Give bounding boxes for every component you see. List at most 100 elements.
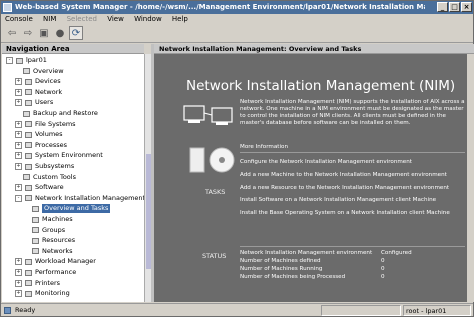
menu-selected[interactable]: Selected	[63, 14, 101, 24]
tree-item[interactable]: Overview and Tasks	[24, 204, 111, 214]
close-button[interactable]: ×	[461, 2, 472, 12]
menu-console[interactable]: Console	[1, 14, 37, 24]
app-icon	[3, 3, 12, 12]
tree-item[interactable]: + Users	[15, 98, 53, 107]
expand-icon[interactable]: +	[15, 131, 22, 139]
tree-item[interactable]: + Volumes	[15, 130, 63, 139]
tree-item[interactable]: Groups	[24, 226, 65, 235]
tree-item[interactable]: Networks	[24, 247, 73, 256]
status-row-value: 0	[381, 274, 385, 280]
tree-item[interactable]: + Performance	[15, 268, 76, 277]
folder-icon	[23, 68, 30, 75]
folder-icon	[32, 248, 39, 255]
tree-item-label: Performance	[35, 268, 77, 276]
tree-item[interactable]: Overview	[15, 67, 64, 76]
app-window: Web-based System Manager - /home/-/wsm/.…	[0, 0, 474, 317]
expand-icon[interactable]: +	[15, 152, 22, 160]
up-level-icon[interactable]: ▣	[37, 26, 51, 40]
tree-item[interactable]: + Processes	[15, 141, 67, 150]
tree-item-label: Workload Manager	[35, 257, 96, 266]
expand-icon[interactable]: +	[15, 163, 22, 170]
tree-item[interactable]: + Software	[15, 183, 64, 192]
tree-item-label: Overview and Tasks	[42, 204, 111, 214]
tree-item-label: Overview	[33, 66, 64, 75]
tree-item[interactable]: + File Systems	[15, 120, 76, 129]
tree-item-label: Devices	[35, 77, 61, 86]
tree-item[interactable]: + Subsystems	[15, 162, 74, 171]
menu-view[interactable]: View	[103, 14, 128, 24]
collapse-icon[interactable]: -	[15, 194, 22, 202]
menu-bar: Console NIM Selected View Window Help	[1, 14, 473, 24]
tree-item[interactable]: + System Environment	[15, 151, 103, 160]
tree-item-label: Volumes	[35, 130, 63, 139]
tree-item[interactable]: Machines	[24, 215, 73, 224]
tree-item[interactable]: + Workload Manager	[15, 257, 96, 266]
tree-item-label: Groups	[42, 225, 66, 234]
tree-item[interactable]: + Monitoring	[15, 289, 70, 298]
menu-window[interactable]: Window	[130, 14, 166, 24]
tree-item-label: lpar01	[26, 56, 47, 64]
tree-item-label: Machines	[42, 215, 73, 223]
task-link-install-bos[interactable]: Install the Base Operating System on a N…	[240, 210, 450, 216]
folder-icon	[23, 110, 30, 117]
tree-item-label: Users	[35, 98, 54, 107]
content-scrollbar[interactable]	[467, 54, 474, 302]
forward-arrow-icon[interactable]: ⇨	[21, 26, 35, 40]
page-title: Network Installation Management (NIM)	[186, 78, 456, 94]
menu-help[interactable]: Help	[168, 14, 192, 24]
expand-icon[interactable]: +	[15, 78, 22, 86]
task-link-configure[interactable]: Configure the Network Installation Manag…	[240, 159, 412, 165]
minimize-button[interactable]: _	[437, 2, 448, 12]
expand-icon[interactable]: +	[15, 88, 22, 96]
menu-nim[interactable]: NIM	[39, 14, 60, 24]
tree-item[interactable]: Resources	[24, 236, 75, 245]
refresh-icon[interactable]: ⟳	[69, 26, 83, 40]
task-link-install-software[interactable]: Install Software on a Network Installati…	[240, 197, 436, 203]
tree-item-label: Monitoring	[35, 289, 70, 298]
maximize-button[interactable]: □	[449, 2, 460, 12]
folder-icon	[25, 269, 32, 276]
installation-media-icon	[189, 147, 235, 173]
collapse-icon[interactable]: -	[6, 57, 13, 64]
navigation-scrollbar[interactable]	[144, 54, 151, 302]
tree-item[interactable]: - lpar01	[6, 56, 47, 65]
tree-item-label: System Environment	[35, 151, 103, 160]
back-arrow-icon[interactable]: ⇦	[5, 26, 19, 40]
title-bar: Web-based System Manager - /home/-/wsm/.…	[1, 1, 473, 14]
status-indicator-icon	[4, 307, 11, 314]
expand-icon[interactable]: +	[15, 141, 22, 149]
more-information-link[interactable]: More Information	[240, 144, 288, 150]
tree-item-label: Resources	[42, 236, 76, 245]
tree-item[interactable]: + Devices	[15, 77, 61, 86]
task-link-add-resource[interactable]: Add a new Resource to the Network Instal…	[240, 185, 449, 191]
tree-item[interactable]: + Network	[15, 88, 62, 97]
folder-icon	[16, 57, 23, 64]
tree-item[interactable]: + Printers	[15, 279, 60, 288]
expand-icon[interactable]: +	[15, 258, 22, 266]
expand-icon[interactable]: +	[15, 269, 22, 276]
tree-item-label: Network Installation Management	[35, 193, 144, 202]
expand-icon[interactable]: +	[15, 120, 22, 128]
status-row-label: Number of Machines Running	[240, 266, 323, 272]
stop-icon[interactable]: ●	[53, 26, 67, 40]
tree-item[interactable]: Custom Tools	[15, 173, 76, 182]
expand-icon[interactable]: +	[15, 279, 22, 287]
window-title: Web-based System Manager - /home/-/wsm/.…	[15, 3, 425, 11]
expand-icon[interactable]: +	[15, 290, 22, 298]
divider	[240, 246, 465, 247]
status-ready-text: Ready	[15, 306, 36, 314]
navigation-area-header: Navigation Area	[2, 44, 144, 54]
task-link-add-machine[interactable]: Add a new Machine to the Network Install…	[240, 172, 447, 178]
folder-icon	[25, 142, 32, 149]
expand-icon[interactable]: +	[15, 184, 22, 192]
folder-icon	[32, 216, 39, 223]
tree-item[interactable]: - Network Installation Management	[15, 194, 144, 203]
folder-icon	[25, 121, 32, 128]
status-user-host: root - lpar01	[403, 305, 471, 316]
folder-icon	[23, 174, 30, 181]
status-row-label: Network Installation Management environm…	[240, 250, 373, 256]
tree-item-label: Backup and Restore	[33, 109, 98, 117]
expand-icon[interactable]: +	[15, 99, 22, 107]
tree-item[interactable]: Backup and Restore	[15, 109, 98, 118]
status-bar: Ready root - lpar01	[1, 303, 473, 317]
